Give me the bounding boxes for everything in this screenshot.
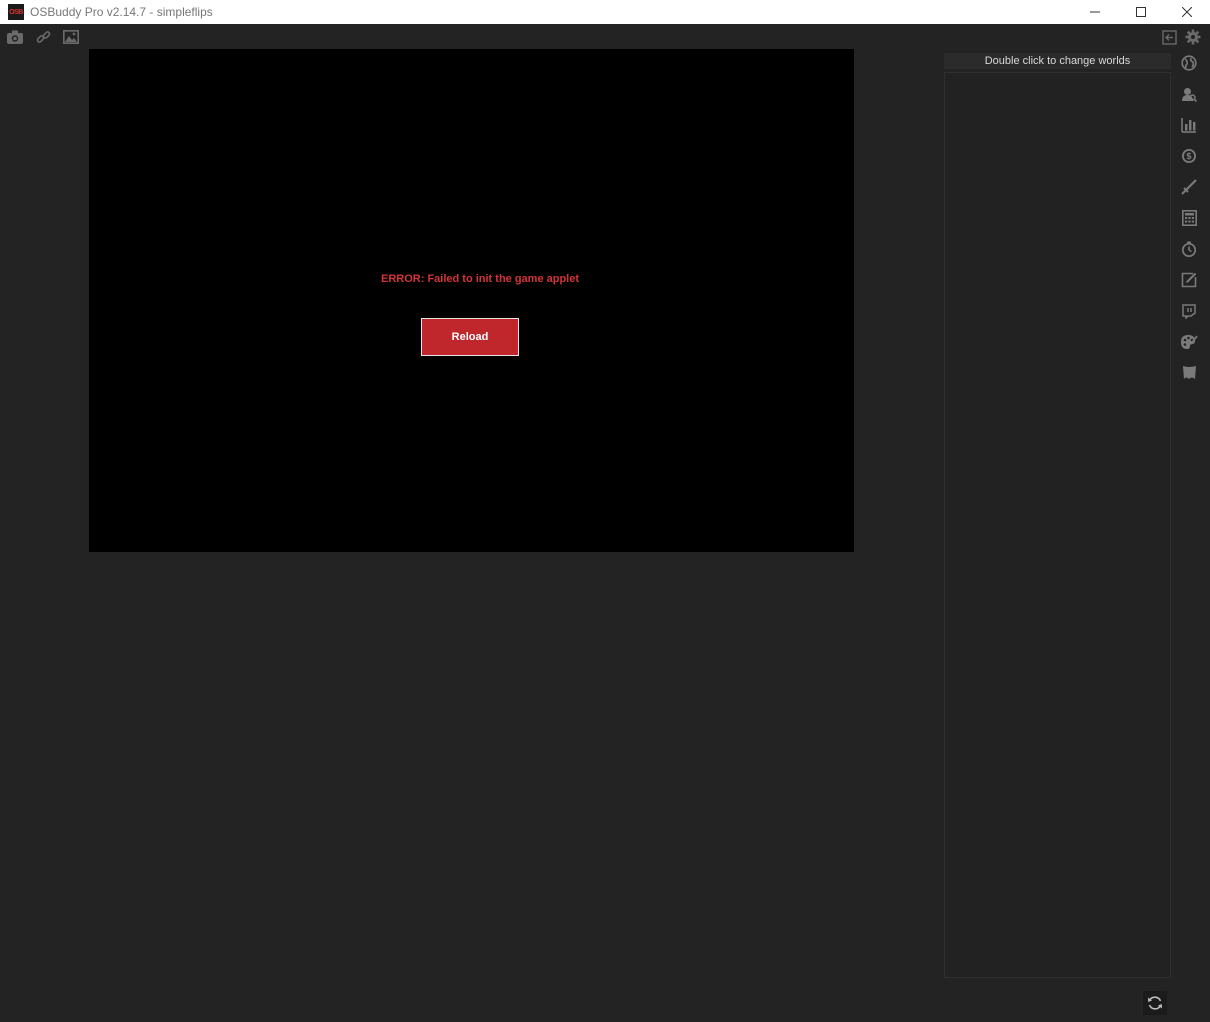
link-button[interactable] bbox=[34, 28, 52, 46]
calculator-icon bbox=[1181, 210, 1197, 226]
link-icon bbox=[36, 30, 50, 43]
refresh-worlds-button[interactable] bbox=[1143, 991, 1167, 1015]
settings-button[interactable] bbox=[1184, 28, 1202, 46]
calculator-button[interactable] bbox=[1178, 207, 1200, 229]
screenshot-button[interactable] bbox=[6, 28, 24, 46]
world-switcher-button[interactable] bbox=[1178, 52, 1200, 74]
close-icon bbox=[1182, 7, 1192, 17]
gallery-button[interactable] bbox=[62, 28, 80, 46]
maximize-icon bbox=[1136, 7, 1146, 17]
refresh-icon bbox=[1148, 996, 1162, 1010]
world-map-button[interactable] bbox=[1178, 362, 1200, 384]
game-canvas[interactable]: ERROR: Failed to init the game applet Re… bbox=[89, 49, 854, 552]
window-controls bbox=[1072, 0, 1210, 24]
app-logo: OSB bbox=[8, 4, 24, 20]
twitch-button[interactable] bbox=[1178, 300, 1200, 322]
error-message: ERROR: Failed to init the game applet bbox=[381, 273, 580, 285]
skills-tracker-button[interactable] bbox=[1178, 114, 1200, 136]
combat-button[interactable] bbox=[1178, 176, 1200, 198]
svg-text:$: $ bbox=[1186, 152, 1192, 162]
minimize-button[interactable] bbox=[1072, 0, 1118, 24]
hiscores-button[interactable] bbox=[1178, 83, 1200, 105]
window-title: OSBuddy Pro v2.14.7 - simpleflips bbox=[30, 5, 213, 19]
palette-icon bbox=[1181, 335, 1198, 349]
exit-icon bbox=[1161, 29, 1177, 45]
sword-icon bbox=[1181, 179, 1197, 195]
themes-button[interactable] bbox=[1178, 331, 1200, 353]
timers-button[interactable] bbox=[1178, 238, 1200, 260]
close-button[interactable] bbox=[1164, 0, 1210, 24]
maximize-button[interactable] bbox=[1118, 0, 1164, 24]
globe-icon bbox=[1181, 55, 1197, 71]
image-icon bbox=[63, 30, 79, 44]
notes-button[interactable] bbox=[1178, 269, 1200, 291]
minimize-icon bbox=[1090, 11, 1100, 13]
twitch-icon bbox=[1182, 303, 1196, 319]
notes-icon bbox=[1181, 272, 1197, 288]
gear-icon bbox=[1185, 29, 1201, 45]
title-bar: OSB OSBuddy Pro v2.14.7 - simpleflips bbox=[0, 0, 1210, 24]
world-list[interactable] bbox=[944, 72, 1171, 978]
coin-icon: $ bbox=[1182, 149, 1196, 163]
top-toolbar bbox=[6, 28, 80, 46]
sidebar-toggle-button[interactable] bbox=[1160, 28, 1178, 46]
hiscores-icon bbox=[1182, 88, 1197, 102]
world-panel-header: Double click to change worlds bbox=[944, 53, 1171, 69]
camera-icon bbox=[7, 30, 23, 44]
top-right-toolbar bbox=[1160, 28, 1202, 46]
bar-chart-icon bbox=[1181, 118, 1196, 133]
reload-button[interactable]: Reload bbox=[421, 318, 519, 356]
grand-exchange-button[interactable]: $ bbox=[1178, 145, 1200, 167]
map-icon bbox=[1182, 366, 1196, 379]
timer-icon bbox=[1181, 241, 1197, 257]
